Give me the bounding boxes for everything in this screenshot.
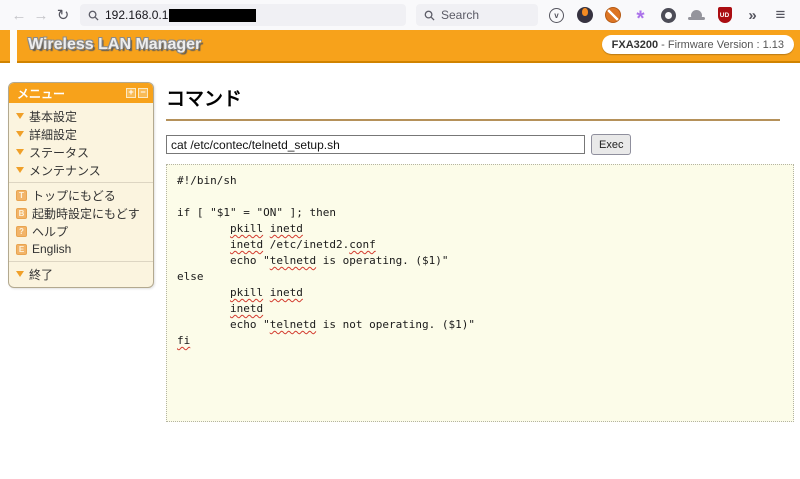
back-icon: ← — [12, 7, 27, 24]
sidebar-item-label: 終了 — [29, 266, 53, 283]
heading-rule — [166, 119, 780, 121]
menu-divider — [9, 261, 153, 262]
sidebar-item-label: トップにもどる — [32, 187, 116, 204]
triangle-icon — [16, 149, 24, 155]
wheel-extension-button[interactable] — [660, 7, 677, 24]
profile-flame-icon — [577, 7, 593, 23]
code-line: pkill inetd — [177, 285, 783, 301]
search-icon — [424, 10, 435, 21]
sidebar-item-label: 基本設定 — [29, 108, 77, 125]
pocket-button[interactable]: v — [548, 7, 565, 24]
sidebar-item-maintenance[interactable]: メンテナンス — [9, 161, 153, 179]
top-icon: T — [16, 190, 27, 201]
sidebar-item-label: ヘルプ — [32, 223, 68, 240]
code-line: inetd /etc/inetd2.conf — [177, 237, 783, 253]
code-line — [177, 189, 783, 205]
sidebar-item-advanced-settings[interactable]: 詳細設定 — [9, 125, 153, 143]
app-title: Wireless LAN Manager — [28, 36, 201, 54]
english-icon: E — [16, 244, 27, 255]
search-icon — [88, 10, 99, 21]
blocked-circle-icon — [605, 7, 621, 23]
double-chevron-icon: » — [748, 7, 756, 24]
content-blocker-button[interactable] — [604, 7, 621, 24]
sidebar-item-help[interactable]: ? ヘルプ — [9, 222, 153, 240]
url-bar[interactable]: 192.168.0.1 — [80, 4, 406, 26]
url-redaction-box — [169, 9, 256, 22]
asterisk-icon: * — [636, 6, 644, 24]
code-line: echo "telnetd is not operating. ($1)" — [177, 317, 783, 333]
command-input[interactable] — [166, 135, 585, 154]
profile-avatar-button[interactable] — [576, 7, 593, 24]
triangle-icon — [16, 113, 24, 119]
banner-notch — [10, 30, 17, 63]
sidebar-item-restore-boot-settings[interactable]: B 起動時設定にもどす — [9, 204, 153, 222]
browser-toolbar: ← → ↻ 192.168.0.1 Search v * UD » ≡ — [0, 0, 800, 30]
sidebar-item-label: 起動時設定にもどす — [32, 205, 140, 222]
forward-button[interactable]: → — [30, 4, 52, 26]
search-placeholder: Search — [441, 8, 479, 22]
extension-icons: v * UD » ≡ — [548, 7, 789, 24]
triangle-icon — [16, 271, 24, 277]
code-line: inetd — [177, 301, 783, 317]
help-icon: ? — [16, 226, 27, 237]
wheel-icon — [661, 8, 676, 23]
menu-title: メニュー — [17, 85, 124, 102]
hamburger-icon: ≡ — [776, 5, 786, 25]
sidebar-item-status[interactable]: ステータス — [9, 143, 153, 161]
app-menu-button[interactable]: ≡ — [772, 7, 789, 24]
code-line: if [ "$1" = "ON" ]; then — [177, 205, 783, 221]
firmware-version: - Firmware Version : 1.13 — [661, 39, 784, 51]
url-text: 192.168.0.1 — [105, 8, 168, 22]
triangle-icon — [16, 131, 24, 137]
search-field[interactable]: Search — [416, 4, 538, 26]
code-line: else — [177, 269, 783, 285]
purple-extension-button[interactable]: * — [632, 7, 649, 24]
back-button[interactable]: ← — [8, 4, 30, 26]
exec-button[interactable]: Exec — [591, 134, 631, 155]
menu-header: メニュー + − — [9, 83, 153, 103]
page-title: コマンド — [166, 84, 794, 111]
sidebar-item-label: 詳細設定 — [29, 126, 77, 143]
shield-extension-button[interactable]: UD — [716, 7, 733, 24]
menu-expand-all-button[interactable]: + — [126, 88, 136, 98]
toolbar-overflow-button[interactable]: » — [744, 7, 761, 24]
reload-icon: ↻ — [57, 6, 70, 24]
restore-icon: B — [16, 208, 27, 219]
hat-icon — [688, 9, 705, 21]
shield-icon: UD — [718, 7, 732, 23]
pocket-icon: v — [549, 8, 564, 23]
code-line: echo "telnetd is operating. ($1)" — [177, 253, 783, 269]
sidebar-item-label: メンテナンス — [29, 162, 101, 179]
sidebar-item-back-to-top[interactable]: T トップにもどる — [9, 186, 153, 204]
sidebar-item-english[interactable]: E English — [9, 240, 153, 258]
sidebar-item-exit[interactable]: 終了 — [9, 265, 153, 283]
firmware-badge: FXA3200 - Firmware Version : 1.13 — [602, 35, 794, 54]
reload-button[interactable]: ↻ — [52, 4, 74, 26]
sidebar-menu: メニュー + − 基本設定 詳細設定 ステータス メンテナンス T トップにもどる… — [8, 82, 154, 288]
menu-collapse-all-button[interactable]: − — [138, 88, 148, 98]
triangle-icon — [16, 167, 24, 173]
code-line: #!/bin/sh — [177, 173, 783, 189]
sidebar-item-label: ステータス — [29, 144, 89, 161]
device-model: FXA3200 — [612, 39, 658, 51]
code-line: fi — [177, 333, 783, 349]
code-line: pkill inetd — [177, 221, 783, 237]
sidebar-item-label: English — [32, 242, 71, 256]
app-banner: Wireless LAN Manager FXA3200 - Firmware … — [0, 30, 800, 63]
hat-extension-button[interactable] — [688, 7, 705, 24]
main-content: コマンド Exec #!/bin/sh if [ "$1" = "ON" ]; … — [166, 80, 794, 422]
command-output[interactable]: #!/bin/sh if [ "$1" = "ON" ]; then pkill… — [166, 164, 794, 422]
menu-divider — [9, 182, 153, 183]
sidebar-item-basic-settings[interactable]: 基本設定 — [9, 107, 153, 125]
forward-icon: → — [34, 7, 49, 24]
